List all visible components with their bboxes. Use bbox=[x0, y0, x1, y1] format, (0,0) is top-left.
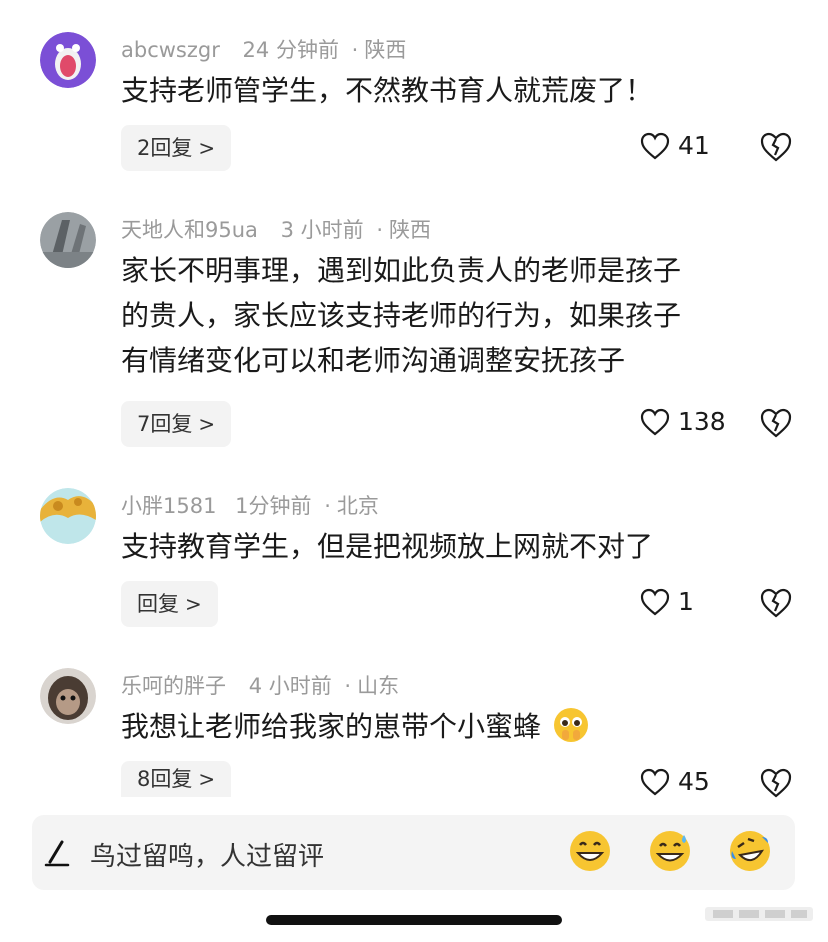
comment-line: 的贵人，家长应该支持老师的行为，如果孩子 bbox=[121, 299, 682, 332]
timestamp: 24 分钟前 bbox=[242, 38, 339, 62]
comment-line: 支持教育学生，但是把视频放上网就不对了 bbox=[121, 530, 654, 563]
reply-button[interactable]: 8回复 > bbox=[121, 761, 232, 797]
home-indicator bbox=[266, 915, 562, 925]
reply-label: 回复 bbox=[137, 592, 179, 616]
avatar[interactable] bbox=[40, 488, 96, 544]
reply-button[interactable]: 7回复 > bbox=[121, 401, 232, 447]
like-button[interactable]: 138 bbox=[640, 407, 726, 436]
comment-line: 有情绪变化可以和老师沟通调整安抚孩子 bbox=[121, 344, 626, 377]
chevron-right-icon: > bbox=[198, 412, 216, 436]
comment-meta: 乐呵的胖子 4 小时前 · 山东 bbox=[121, 670, 399, 700]
reply-label: 8回复 bbox=[137, 767, 193, 791]
separator-dot: · bbox=[351, 38, 359, 62]
avatar[interactable] bbox=[40, 32, 96, 88]
reply-button[interactable]: 2回复 > bbox=[121, 125, 232, 171]
avatar[interactable] bbox=[40, 668, 96, 724]
like-button[interactable]: 45 bbox=[640, 767, 710, 796]
separator-dot: · bbox=[324, 494, 331, 518]
broken-heart-icon[interactable] bbox=[759, 587, 793, 619]
timestamp: 4 小时前 bbox=[248, 674, 332, 698]
broken-heart-icon[interactable] bbox=[759, 407, 793, 439]
like-button[interactable]: 1 bbox=[640, 587, 694, 616]
comment-text: 我想让老师给我家的崽带个小蜜蜂 bbox=[121, 704, 801, 749]
like-button[interactable]: 41 bbox=[640, 131, 710, 160]
comment-line: 我想让老师给我家的崽带个小蜜蜂 bbox=[121, 710, 542, 743]
broken-heart-icon[interactable] bbox=[759, 131, 793, 163]
timestamp: 1分钟前 bbox=[235, 494, 312, 518]
separator-dot: · bbox=[376, 218, 384, 242]
heart-icon bbox=[640, 132, 670, 159]
sweat-smile-emoji-button[interactable] bbox=[648, 829, 692, 873]
username[interactable]: 小胖1581 bbox=[121, 494, 216, 518]
location: 陕西 bbox=[389, 218, 432, 242]
like-count: 45 bbox=[678, 767, 710, 796]
comment-text: 支持老师管学生，不然教书育人就荒废了！ bbox=[121, 68, 801, 113]
username[interactable]: 乐呵的胖子 bbox=[121, 674, 226, 698]
location: 北京 bbox=[336, 494, 379, 518]
reply-label: 7回复 bbox=[137, 412, 193, 436]
broken-heart-icon[interactable] bbox=[759, 767, 793, 799]
like-count: 138 bbox=[678, 407, 726, 436]
heart-icon bbox=[640, 768, 670, 795]
location: 山东 bbox=[357, 674, 400, 698]
comment-text: 支持教育学生，但是把视频放上网就不对了 bbox=[121, 524, 801, 569]
comment-meta: 小胖1581 1分钟前 · 北京 bbox=[121, 490, 379, 520]
comment-meta: abcwszgr 24 分钟前 · 陕西 bbox=[121, 34, 406, 64]
comment-input[interactable]: 鸟过留鸣，人过留评 bbox=[90, 836, 324, 873]
username[interactable]: 天地人和95ua bbox=[121, 218, 258, 242]
pleading-emoji-icon bbox=[553, 708, 588, 742]
like-count: 41 bbox=[678, 131, 710, 160]
pen-icon bbox=[44, 840, 70, 867]
reply-label: 2回复 bbox=[137, 136, 193, 160]
avatar[interactable] bbox=[40, 212, 96, 268]
rofl-emoji-button[interactable] bbox=[728, 829, 772, 873]
comment-text: 家长不明事理，遇到如此负责人的老师是孩子 的贵人，家长应该支持老师的行为，如果孩… bbox=[121, 248, 801, 383]
like-count: 1 bbox=[678, 587, 694, 616]
watermark-icon bbox=[705, 907, 813, 921]
comment-meta: 天地人和95ua 3 小时前 · 陕西 bbox=[121, 214, 431, 244]
separator-dot: · bbox=[344, 674, 352, 698]
heart-icon bbox=[640, 408, 670, 435]
chevron-right-icon: > bbox=[198, 136, 216, 160]
chevron-right-icon: > bbox=[185, 592, 202, 616]
location: 陕西 bbox=[364, 38, 407, 62]
timestamp: 3 小时前 bbox=[280, 218, 364, 242]
reply-button[interactable]: 回复 > bbox=[121, 581, 218, 627]
username[interactable]: abcwszgr bbox=[121, 38, 220, 62]
grin-emoji-button[interactable] bbox=[568, 829, 612, 873]
comment-line: 家长不明事理，遇到如此负责人的老师是孩子 bbox=[121, 254, 682, 287]
heart-icon bbox=[640, 588, 670, 615]
chevron-right-icon: > bbox=[198, 767, 216, 791]
comment-line: 支持老师管学生，不然教书育人就荒废了！ bbox=[121, 74, 654, 107]
